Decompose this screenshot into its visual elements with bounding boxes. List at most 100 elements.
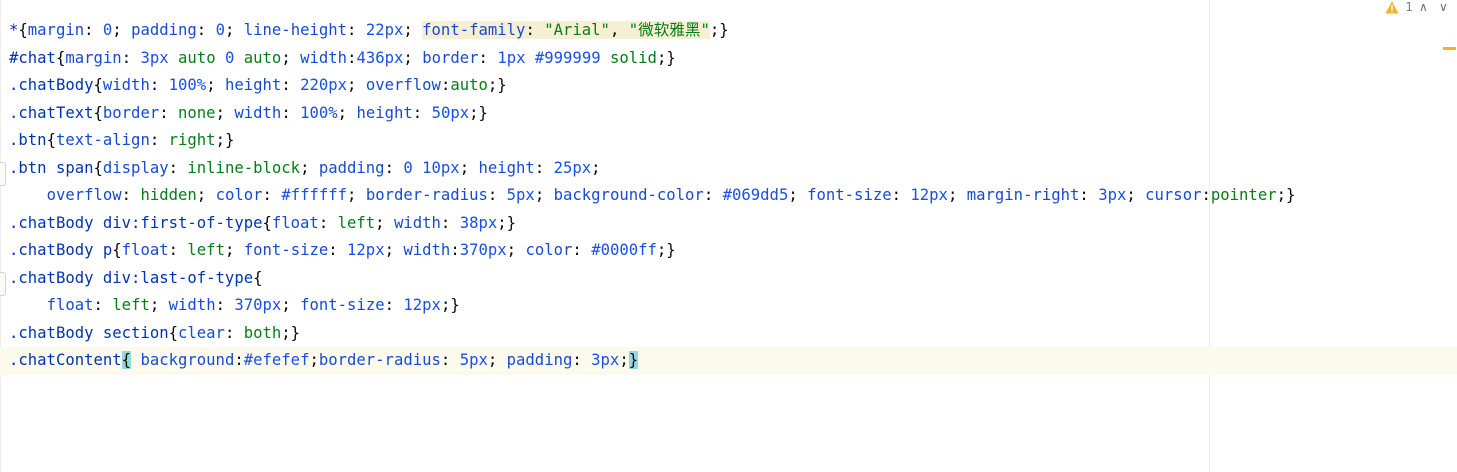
punctuation-token: : [159, 103, 179, 122]
punctuation-token: ; [196, 186, 216, 204]
keyword-token: left [112, 296, 150, 314]
property-token: overflow [46, 186, 122, 204]
punctuation-token: ; [224, 21, 244, 39]
punctuation-token: ; [1126, 186, 1146, 204]
punctuation-token [525, 49, 534, 67]
punctuation-token: ; [788, 186, 808, 204]
punctuation-token: : [262, 186, 282, 204]
punctuation-token [601, 49, 610, 67]
property-token: clear [178, 323, 225, 342]
number-token: 220px [300, 76, 348, 94]
punctuation-token: ; [215, 103, 235, 122]
property-token: width [102, 76, 150, 94]
punctuation-token: : [440, 213, 460, 232]
number-token: 370px [234, 296, 282, 314]
punctuation-token: : [384, 296, 404, 314]
property-token: line-height [243, 21, 348, 39]
chevron-down-icon[interactable]: ∨ [1439, 1, 1453, 13]
property-token: padding [131, 21, 197, 39]
property-token: font-size [243, 241, 329, 259]
punctuation-token: : [93, 296, 113, 314]
punctuation-token: ; [947, 186, 967, 204]
string-token: "Arial" [544, 21, 610, 39]
keyword-token: auto [178, 48, 216, 67]
punctuation-token [216, 49, 225, 67]
code-line-4: .chatText{border: none; width: 100%; hei… [9, 100, 1457, 128]
matched-brace-close: } [628, 351, 639, 369]
code-line-12: .chatBody section{clear: both;} [9, 320, 1457, 348]
number-token: #999999 [534, 48, 601, 67]
gutter-edge [0, 0, 1, 472]
punctuation-token: : [224, 323, 244, 342]
punctuation-token: ; [347, 76, 366, 94]
string-token: "微软雅黑" [628, 21, 710, 39]
keyword-token: both [243, 323, 282, 342]
property-token: overflow [365, 76, 441, 94]
property-token: width [403, 241, 451, 259]
keyword-token: left [187, 241, 225, 259]
property-token: color [215, 186, 263, 204]
punctuation-token: ; [375, 213, 394, 232]
punctuation-token: : [328, 241, 348, 259]
keyword-token: pointer [1210, 186, 1277, 204]
punctuation-token: , [609, 21, 629, 39]
punctuation-token: { [55, 48, 66, 67]
punctuation-token: : [478, 48, 498, 67]
punctuation-token: : [196, 21, 216, 39]
fold-marker[interactable] [0, 272, 6, 296]
selector-token: .chatBody section [9, 323, 169, 342]
keyword-token: hidden [140, 186, 197, 204]
punctuation-token: ;} [1276, 186, 1296, 204]
selector-token: .chatText [9, 103, 94, 122]
punctuation-token: : [891, 186, 911, 204]
punctuation-token: : [412, 103, 432, 122]
punctuation-token: : [234, 351, 244, 369]
code-lines[interactable]: *{margin: 0; padding: 0; line-height: 22… [0, 17, 1457, 375]
property-token: width [234, 103, 282, 122]
fold-marker[interactable] [0, 162, 6, 186]
punctuation-token [169, 49, 178, 67]
highlighted-declaration: font-family: "Arial", "微软雅黑" [422, 21, 710, 39]
number-token: 1px [497, 48, 526, 67]
punctuation-token: { [262, 213, 272, 232]
punctuation-token: : [440, 351, 460, 369]
keyword-token: auto [450, 76, 488, 94]
number-token: 12px [910, 186, 948, 204]
property-token: border-radius [318, 351, 441, 369]
number-token: 12px [347, 241, 385, 259]
number-token: 0 [224, 48, 235, 67]
keyword-token: auto [243, 48, 282, 67]
punctuation-token: ; [506, 241, 526, 259]
matched-brace-open: { [121, 351, 132, 369]
number-token: 12px [403, 296, 441, 314]
punctuation-token: : [168, 158, 188, 177]
property-token: float [46, 296, 94, 314]
number-token: 370px [459, 241, 507, 259]
warning-icon [1385, 1, 1399, 13]
property-token: width [393, 213, 441, 232]
code-line-13-current: .chatContent{ background:#efefef;border-… [0, 347, 1457, 375]
code-editor[interactable]: 1 ∧ ∨ *{margin: 0; padding: 0; line-heig… [0, 0, 1457, 472]
number-token: 0 [215, 21, 225, 39]
property-token: float [271, 213, 319, 232]
punctuation-token: : [149, 76, 169, 94]
keyword-token: right [168, 131, 216, 149]
code-line-8: .chatBody div:first-of-type{float: left;… [9, 210, 1457, 238]
punctuation-token: ; [487, 351, 507, 369]
selector-token: .chatBody div:last-of-type [9, 268, 254, 287]
punctuation-token [413, 159, 422, 177]
number-token: 50px [431, 103, 470, 122]
keyword-token: solid [609, 48, 657, 67]
inspection-widget[interactable]: 1 ∧ ∨ [1385, 0, 1453, 14]
code-line-11: float: left; width: 370px; font-size: 12… [9, 292, 1457, 320]
property-token: background-color [553, 186, 704, 204]
punctuation-token: ;} [281, 323, 301, 342]
chevron-up-icon[interactable]: ∧ [1419, 1, 1433, 13]
punctuation-token: ; [300, 158, 319, 177]
punctuation-token: ;} [709, 21, 729, 39]
property-token: color [525, 241, 573, 259]
punctuation-token: : [347, 21, 366, 39]
code-line-1: *{margin: 0; padding: 0; line-height: 22… [9, 17, 1457, 45]
